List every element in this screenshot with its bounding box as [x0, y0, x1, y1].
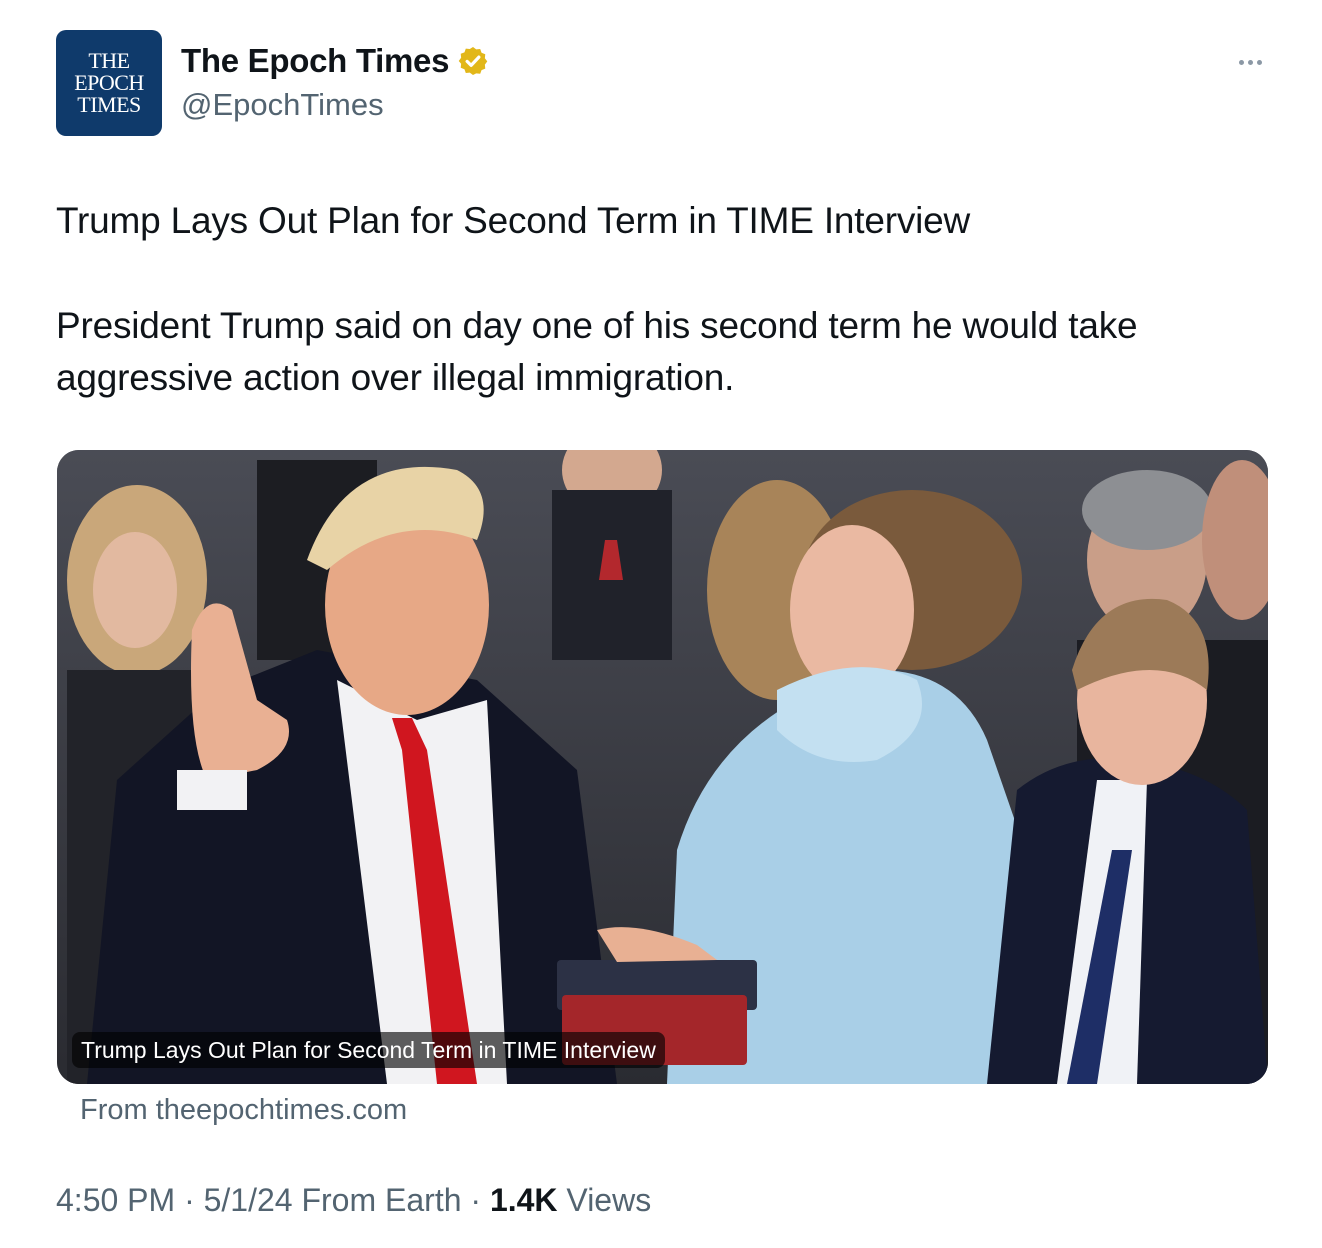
verified-badge-icon — [458, 47, 488, 75]
timestamp-date[interactable]: 5/1/24 — [204, 1182, 293, 1218]
post-headline: Trump Lays Out Plan for Second Term in T… — [56, 200, 971, 241]
tweet-meta: 4:50 PM · 5/1/24 From Earth · 1.4K Views — [56, 1182, 651, 1219]
avatar-line-3: TIMES — [77, 92, 141, 117]
views-count[interactable]: 1.4K — [490, 1182, 558, 1218]
views-label: Views — [566, 1182, 652, 1218]
avatar[interactable]: THE EPOCH TIMES — [56, 30, 162, 136]
display-name-text: The Epoch Times — [181, 42, 450, 79]
display-name[interactable]: The Epoch Times — [181, 42, 489, 80]
avatar-line-1: THE — [88, 48, 130, 73]
more-horizontal-icon[interactable] — [1230, 50, 1270, 74]
image-caption: Trump Lays Out Plan for Second Term in T… — [72, 1032, 665, 1068]
separator: · — [175, 1182, 204, 1218]
more-dot — [1247, 59, 1253, 65]
more-dot — [1256, 59, 1262, 65]
handle[interactable]: @EpochTimes — [181, 87, 384, 123]
link-card-image[interactable] — [57, 450, 1268, 1084]
inauguration-photo — [57, 450, 1268, 1084]
post-body: President Trump said on day one of his s… — [56, 305, 1138, 398]
more-dot — [1238, 59, 1244, 65]
client-label: From Earth — [301, 1182, 462, 1218]
tweet: THE EPOCH TIMES The Epoch Times @EpochTi… — [0, 0, 1322, 1248]
link-source[interactable]: From theepochtimes.com — [80, 1094, 407, 1127]
timestamp-time[interactable]: 4:50 PM — [56, 1182, 175, 1218]
separator: · — [461, 1182, 490, 1218]
avatar-line-2: EPOCH — [74, 70, 144, 95]
